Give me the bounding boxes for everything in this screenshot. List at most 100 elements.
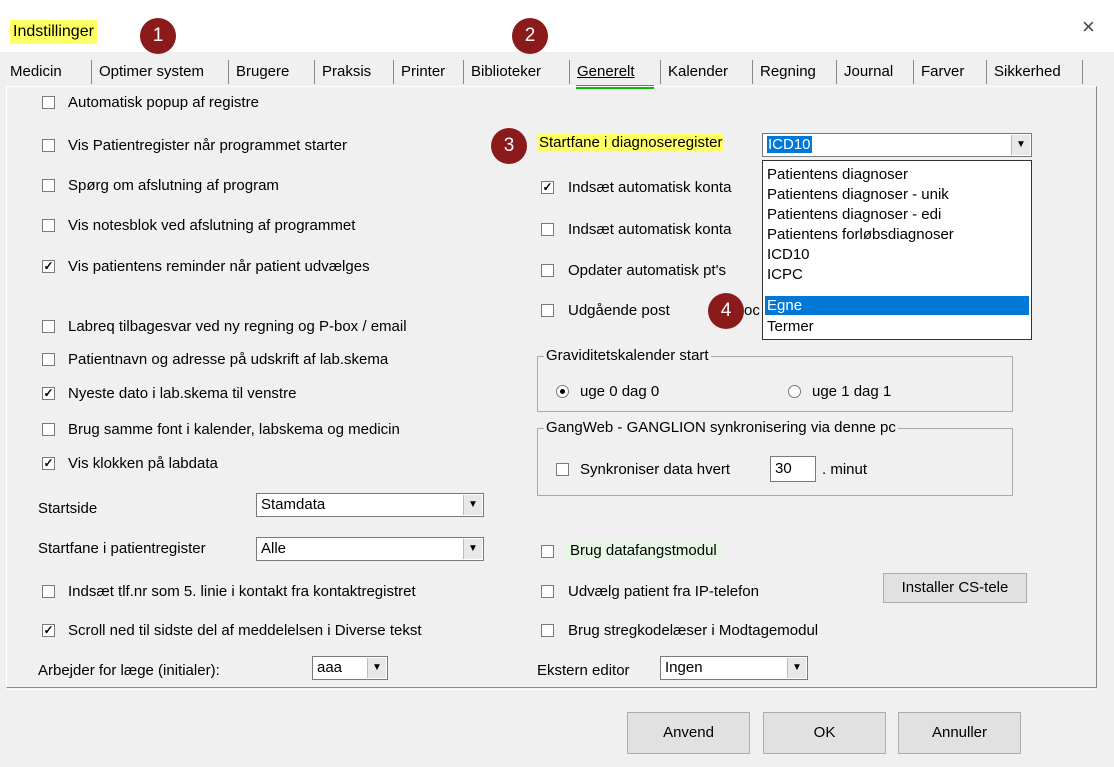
checkbox-label: Automatisk popup af registre	[68, 94, 259, 111]
checkbox-checked[interactable]: ✓	[42, 260, 55, 273]
tab-printer[interactable]: Printer	[401, 61, 445, 83]
chevron-down-icon[interactable]: ▼	[367, 658, 386, 678]
cancel-button[interactable]: Annuller	[898, 712, 1021, 754]
ok-button[interactable]: OK	[763, 712, 886, 754]
tab-journal[interactable]: Journal	[844, 61, 893, 83]
dropdown-option[interactable]: Patientens diagnoser - edi	[765, 205, 1029, 224]
gangweb-title: GangWeb - GANGLION synkronisering via de…	[544, 419, 898, 436]
checkbox-label: Vis notesblok ved afslutning af programm…	[68, 217, 356, 234]
ekstern-editor-select[interactable]: Ingen ▼	[660, 656, 808, 680]
footer-divider	[6, 689, 1095, 690]
dropdown-option[interactable]: ICPC	[765, 265, 1029, 284]
checkbox-label: Indsæt tlf.nr som 5. linie i kontakt fra…	[68, 583, 416, 600]
radio[interactable]	[788, 385, 801, 398]
checkbox-label: Scroll ned til sidste del af meddelelsen…	[68, 622, 422, 639]
tab-kalender[interactable]: Kalender	[668, 61, 728, 83]
tab-biblioteker[interactable]: Biblioteker	[471, 61, 541, 83]
tab-sikkerhed[interactable]: Sikkerhed	[994, 61, 1061, 83]
checkbox-label: Indsæt automatisk konta	[568, 221, 732, 238]
tab-strip: Medicin Optimer system Brugere Praksis P…	[0, 56, 1114, 86]
tab-separator	[91, 60, 92, 84]
tab-separator	[660, 60, 661, 84]
checkbox-label: Vis Patientregister når programmet start…	[68, 137, 348, 154]
checkbox[interactable]	[541, 585, 554, 598]
checkbox[interactable]	[42, 585, 55, 598]
checkbox-label: Vis klokken på labdata	[68, 455, 218, 472]
checkbox[interactable]	[556, 463, 569, 476]
checkbox[interactable]	[541, 223, 554, 236]
checkbox-label: Synkroniser data hvert	[580, 461, 731, 478]
tab-generelt[interactable]: Generelt	[577, 61, 635, 83]
checkbox[interactable]	[541, 545, 554, 558]
ekstern-editor-label: Ekstern editor	[537, 662, 630, 679]
checkbox[interactable]	[541, 264, 554, 277]
tab-optimer-system[interactable]: Optimer system	[99, 61, 204, 83]
checkbox-label: Spørg om afslutning af program	[68, 177, 279, 194]
dropdown-option[interactable]: Patientens forløbsdiagnoser	[765, 225, 1029, 244]
close-icon[interactable]: ×	[1082, 14, 1095, 40]
checkbox-label: Udvælg patient fra IP-telefon	[568, 583, 759, 600]
tab-separator	[1082, 60, 1083, 84]
checkbox-checked[interactable]: ✓	[42, 387, 55, 400]
checkbox-label: Indsæt automatisk konta	[568, 179, 732, 196]
checkbox[interactable]	[42, 423, 55, 436]
chevron-down-icon[interactable]: ▼	[1011, 135, 1030, 155]
ekstern-editor-value: Ingen	[665, 659, 703, 676]
checkbox[interactable]	[541, 624, 554, 637]
checkbox[interactable]	[42, 179, 55, 192]
dropdown-option[interactable]: ICD10	[765, 245, 1029, 264]
arbejder-select[interactable]: aaa ▼	[312, 656, 388, 680]
startfane-diagnose-value: ICD10	[767, 136, 812, 153]
checkbox[interactable]	[541, 304, 554, 317]
sync-interval-value: 30	[775, 460, 792, 477]
dropdown-option[interactable]: Patientens diagnoser	[765, 165, 1029, 184]
checkbox-label: Opdater automatisk pt's	[568, 262, 726, 279]
chevron-down-icon[interactable]: ▼	[463, 539, 482, 559]
chevron-down-icon[interactable]: ▼	[787, 658, 806, 678]
checkbox-label: Brug datafangstmodul	[566, 541, 721, 560]
arbejder-label: Arbejder for læge (initialer):	[38, 662, 220, 679]
checkbox-checked[interactable]: ✓	[42, 457, 55, 470]
installer-cs-tele-button[interactable]: Installer CS-tele	[883, 573, 1027, 603]
checkbox-label: Vis patientens reminder når patient udvæ…	[68, 258, 370, 275]
checkbox-label: Nyeste dato i lab.skema til venstre	[68, 385, 297, 402]
sync-interval-input[interactable]: 30	[770, 456, 816, 482]
checkbox-label: Brug samme font i kalender, labskema og …	[68, 421, 400, 438]
diagnose-dropdown-list: Patientens diagnoser Patientens diagnose…	[762, 160, 1032, 340]
chevron-down-icon[interactable]: ▼	[463, 495, 482, 515]
startfane-patient-select[interactable]: Alle ▼	[256, 537, 484, 561]
checkbox[interactable]	[42, 139, 55, 152]
window-title: Indstillinger	[10, 20, 97, 44]
tab-praksis[interactable]: Praksis	[322, 61, 371, 83]
dropdown-option-selected[interactable]: Egne	[765, 296, 1029, 315]
startfane-diagnose-label: Startfane i diagnoseregister	[537, 134, 725, 151]
tab-separator	[569, 60, 570, 84]
tab-separator	[986, 60, 987, 84]
tab-medicin[interactable]: Medicin	[10, 61, 62, 83]
tab-separator	[913, 60, 914, 84]
checkbox-checked[interactable]: ✓	[541, 181, 554, 194]
checkbox-checked[interactable]: ✓	[42, 624, 55, 637]
tab-farver[interactable]: Farver	[921, 61, 964, 83]
startfane-patient-value: Alle	[261, 540, 287, 557]
checkbox[interactable]	[42, 320, 55, 333]
checkbox-label-suffix: oc	[744, 302, 760, 319]
dropdown-option[interactable]: Patientens diagnoser - unik	[765, 185, 1029, 204]
checkbox[interactable]	[42, 219, 55, 232]
tab-regning[interactable]: Regning	[760, 61, 816, 83]
sync-interval-unit: . minut	[822, 461, 868, 478]
startfane-diagnose-select[interactable]: ICD10 ▼	[762, 133, 1032, 157]
tab-separator	[836, 60, 837, 84]
checkbox-label: Udgående post	[568, 302, 670, 319]
startside-select[interactable]: Stamdata ▼	[256, 493, 484, 517]
dropdown-option[interactable]: Termer	[765, 317, 1029, 336]
apply-button[interactable]: Anvend	[627, 712, 750, 754]
tab-brugere[interactable]: Brugere	[236, 61, 289, 83]
radio-selected[interactable]	[556, 385, 569, 398]
checkbox-label: Patientnavn og adresse på udskrift af la…	[68, 351, 389, 368]
startfane-patient-label: Startfane i patientregister	[38, 540, 206, 557]
tab-separator	[752, 60, 753, 84]
checkbox[interactable]	[42, 96, 55, 109]
tab-separator	[393, 60, 394, 84]
checkbox[interactable]	[42, 353, 55, 366]
